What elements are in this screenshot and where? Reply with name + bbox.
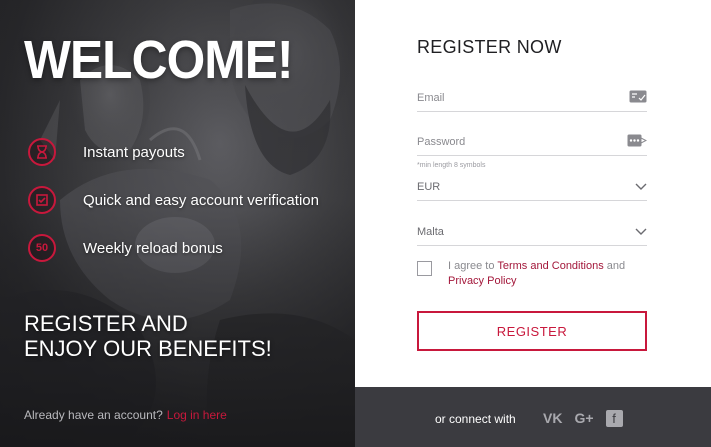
email-field[interactable]: Email <box>417 84 647 112</box>
promo-panel: WELCOME! Instant payouts Quick and easy … <box>0 0 355 447</box>
benefit-instant-payouts: Instant payouts <box>28 138 185 166</box>
benefit-verification: Quick and easy account verification <box>28 186 319 214</box>
social-icons: VK G+ f <box>543 409 623 427</box>
benefit-label: Quick and easy account verification <box>83 191 319 209</box>
terms-text: I agree to Terms and Conditions and Priv… <box>448 259 625 289</box>
currency-select[interactable]: EUR <box>417 173 647 201</box>
register-button[interactable]: REGISTER <box>417 311 647 351</box>
benefit-label: Instant payouts <box>83 143 185 161</box>
password-hint: *min length 8 symbols <box>417 162 486 169</box>
cta-line: REGISTER AND <box>24 311 188 336</box>
login-prompt: Already have an account? Log in here <box>24 408 227 422</box>
password-toggle-icon[interactable] <box>627 134 648 150</box>
welcome-title: WELCOME! <box>24 30 294 90</box>
terms-agreement: I agree to Terms and Conditions and Priv… <box>417 259 657 289</box>
country-value: Malta <box>417 225 444 238</box>
terms-checkbox[interactable] <box>417 261 432 276</box>
google-plus-icon[interactable]: G+ <box>574 409 593 427</box>
cta-line: ENJOY OUR BENEFITS! <box>24 336 272 361</box>
registration-modal: WELCOME! Instant payouts Quick and easy … <box>0 0 711 447</box>
agree-and: and <box>606 260 626 272</box>
benefit-label: Weekly reload bonus <box>83 239 223 257</box>
vk-icon[interactable]: VK <box>543 409 562 427</box>
terms-link[interactable]: Terms and Conditions <box>497 260 603 272</box>
benefit-weekly-bonus: 50 Weekly reload bonus <box>28 234 223 262</box>
currency-value: EUR <box>417 180 441 193</box>
email-card-icon <box>629 90 647 106</box>
register-title: REGISTER NOW <box>417 37 562 57</box>
chevron-down-icon <box>635 180 647 194</box>
social-connect-bar: or connect with VK G+ f <box>355 387 711 447</box>
social-label: or connect with <box>435 412 516 426</box>
login-prompt-text: Already have an account? <box>24 408 163 422</box>
country-select[interactable]: Malta <box>417 218 647 246</box>
verification-icon <box>28 186 56 214</box>
bonus-50-icon: 50 <box>28 234 56 262</box>
register-form-panel: REGISTER NOW Email Password *min length … <box>355 0 711 447</box>
password-placeholder: Password <box>417 135 466 148</box>
facebook-icon[interactable]: f <box>605 409 623 427</box>
login-link[interactable]: Log in here <box>167 408 227 422</box>
chevron-down-icon <box>635 225 647 239</box>
agree-prefix: I agree to <box>448 260 495 272</box>
privacy-link[interactable]: Privacy Policy <box>448 275 516 287</box>
hourglass-icon <box>28 138 56 166</box>
password-field[interactable]: Password <box>417 128 648 156</box>
promo-cta-heading: REGISTER AND ENJOY OUR BENEFITS! <box>24 311 272 361</box>
email-placeholder: Email <box>417 91 445 104</box>
